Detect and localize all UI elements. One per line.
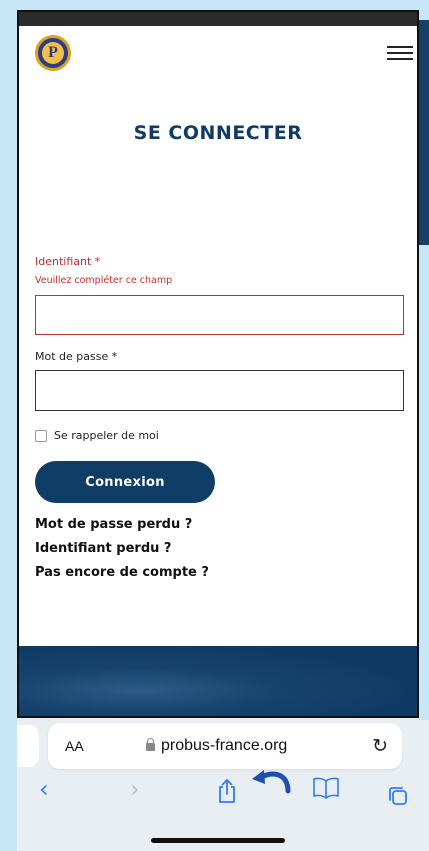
address-bar[interactable]: AA probus-france.org ↻ bbox=[48, 723, 402, 769]
share-icon[interactable] bbox=[216, 778, 238, 808]
password-label: Mot de passe * bbox=[35, 350, 118, 363]
remember-checkbox[interactable] bbox=[35, 429, 47, 442]
lost-username-link[interactable]: Identifiant perdu ? bbox=[35, 541, 171, 556]
tabs-icon[interactable] bbox=[387, 785, 409, 811]
status-bar bbox=[19, 12, 417, 26]
reader-aa-button[interactable]: AA bbox=[65, 738, 84, 754]
page-title: SE CONNECTER bbox=[133, 122, 303, 144]
web-page: P SE CONNECTER Identifiant * Veuillez co… bbox=[17, 10, 419, 718]
back-icon[interactable]: ‹ bbox=[39, 775, 49, 803]
browser-toolbar: ‹ › bbox=[17, 775, 429, 815]
url-field[interactable]: probus-france.org bbox=[146, 737, 287, 755]
username-error-message: Veuillez compléter ce champ bbox=[35, 275, 173, 286]
annotation-arrow-icon bbox=[252, 770, 291, 794]
lost-password-link[interactable]: Mot de passe perdu ? bbox=[35, 517, 192, 532]
bookmarks-icon[interactable] bbox=[313, 777, 339, 805]
url-text: probus-france.org bbox=[161, 737, 288, 754]
register-link[interactable]: Pas encore de compte ? bbox=[35, 565, 209, 580]
remember-label: Se rappeler de moi bbox=[54, 429, 159, 442]
reload-icon[interactable]: ↻ bbox=[372, 735, 388, 758]
site-logo[interactable]: P bbox=[35, 35, 71, 71]
menu-icon[interactable] bbox=[387, 46, 413, 62]
remember-me[interactable]: Se rappeler de moi bbox=[35, 429, 159, 442]
home-indicator bbox=[151, 838, 285, 843]
login-button[interactable]: Connexion bbox=[35, 461, 215, 503]
password-input[interactable] bbox=[35, 370, 404, 411]
username-label: Identifiant * bbox=[35, 255, 101, 268]
lock-icon bbox=[146, 738, 155, 751]
previous-tab-peek[interactable] bbox=[17, 725, 39, 767]
frame-left bbox=[0, 0, 17, 851]
frame-top bbox=[0, 0, 429, 10]
username-input[interactable] bbox=[35, 295, 404, 335]
logo-letter: P bbox=[42, 42, 64, 64]
background-page-strip bbox=[418, 20, 429, 245]
footer-band bbox=[19, 646, 417, 716]
forward-icon[interactable]: › bbox=[130, 775, 140, 803]
